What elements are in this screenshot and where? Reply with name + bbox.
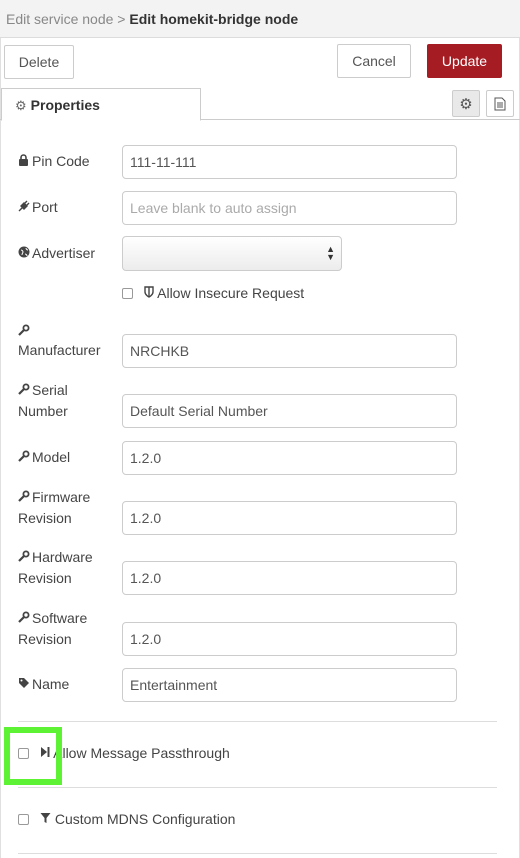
wrench-icon	[18, 381, 32, 401]
pin-code-label-text: Pin Code	[32, 153, 90, 169]
wrench-icon	[18, 448, 32, 468]
port-input[interactable]	[122, 191, 457, 225]
wrench-icon	[18, 609, 32, 629]
advertiser-label: Advertiser	[18, 243, 95, 264]
custom-mdns-label[interactable]: Custom MDNS Configuration	[40, 811, 235, 827]
tag-icon	[18, 675, 32, 695]
document-icon	[494, 97, 506, 110]
breadcrumb: Edit service node > Edit homekit-bridge …	[0, 0, 520, 38]
filter-icon	[40, 811, 55, 827]
allow-insecure-checkbox[interactable]	[122, 288, 133, 299]
description-tab-button[interactable]	[486, 90, 514, 117]
firmware-revision-label-line2: Revision	[18, 510, 72, 526]
hardware-revision-label-line1: Hardware	[32, 549, 93, 565]
firmware-revision-label: Firmware Revision	[18, 487, 90, 528]
port-label-text: Port	[32, 199, 58, 215]
model-label: Model	[18, 447, 70, 468]
tab-properties[interactable]: ⚙ Properties	[1, 88, 201, 121]
software-revision-label-line2: Revision	[18, 631, 72, 647]
cancel-button[interactable]: Cancel	[337, 44, 411, 78]
allow-passthrough-label[interactable]: Allow Message Passthrough	[40, 745, 230, 761]
allow-insecure-label[interactable]: Allow Insecure Request	[144, 285, 304, 301]
software-revision-label-line1: Software	[32, 610, 88, 626]
hardware-revision-input[interactable]	[122, 561, 457, 595]
section-divider	[18, 787, 497, 788]
lock-icon	[18, 152, 32, 172]
custom-mdns-label-text: Custom MDNS Configuration	[54, 811, 236, 827]
allow-insecure-label-text: Allow Insecure Request	[157, 285, 305, 301]
section-divider	[18, 853, 497, 854]
highlight-box	[4, 727, 62, 785]
serial-number-label: Serial Number	[18, 380, 68, 421]
model-input[interactable]	[122, 441, 457, 475]
select-arrows-icon: ▲ ▼	[326, 244, 335, 262]
gear-icon: ⚙	[15, 98, 27, 113]
advertiser-select[interactable]: ▲ ▼	[122, 236, 342, 271]
tab-properties-label: Properties	[30, 97, 100, 113]
port-label: Port	[18, 197, 58, 218]
pin-code-input[interactable]	[122, 145, 457, 179]
manufacturer-label-text: Manufacturer	[18, 342, 101, 358]
serial-number-label-line1: Serial	[32, 382, 68, 398]
software-revision-input[interactable]	[122, 622, 457, 656]
name-label-text: Name	[32, 676, 70, 692]
pin-code-label: Pin Code	[18, 151, 90, 172]
software-revision-label: Software Revision	[18, 608, 87, 649]
advertiser-label-text: Advertiser	[32, 245, 96, 261]
breadcrumb-parent[interactable]: Edit service node	[6, 11, 113, 27]
wrench-icon	[18, 322, 32, 342]
settings-tab-button[interactable]: ⚙	[452, 90, 480, 117]
shield-icon	[144, 285, 157, 301]
hardware-revision-label: Hardware Revision	[18, 547, 93, 588]
firmware-revision-label-line1: Firmware	[32, 489, 91, 505]
model-label-text: Model	[32, 449, 71, 465]
breadcrumb-current: Edit homekit-bridge node	[129, 11, 299, 27]
delete-button[interactable]: Delete	[4, 45, 74, 79]
firmware-revision-input[interactable]	[122, 501, 457, 535]
custom-mdns-checkbox[interactable]	[18, 814, 29, 825]
gear-icon: ⚙	[459, 95, 473, 113]
plug-icon	[18, 198, 32, 218]
name-label: Name	[18, 674, 69, 695]
globe-icon	[18, 244, 32, 264]
update-button[interactable]: Update	[427, 44, 502, 78]
breadcrumb-separator: >	[117, 11, 126, 27]
manufacturer-label	[18, 321, 32, 342]
hardware-revision-label-line2: Revision	[18, 570, 72, 586]
name-input[interactable]	[122, 668, 457, 702]
section-divider	[18, 721, 497, 722]
wrench-icon	[18, 488, 32, 508]
serial-number-label-line2: Number	[18, 403, 68, 419]
manufacturer-input[interactable]	[122, 334, 457, 368]
tab-bar: ⚙ Properties	[0, 87, 520, 121]
wrench-icon	[18, 548, 32, 568]
serial-number-input[interactable]	[122, 394, 457, 428]
allow-passthrough-label-text: Allow Message Passthrough	[53, 745, 230, 761]
panel-border-left	[0, 0, 1, 858]
